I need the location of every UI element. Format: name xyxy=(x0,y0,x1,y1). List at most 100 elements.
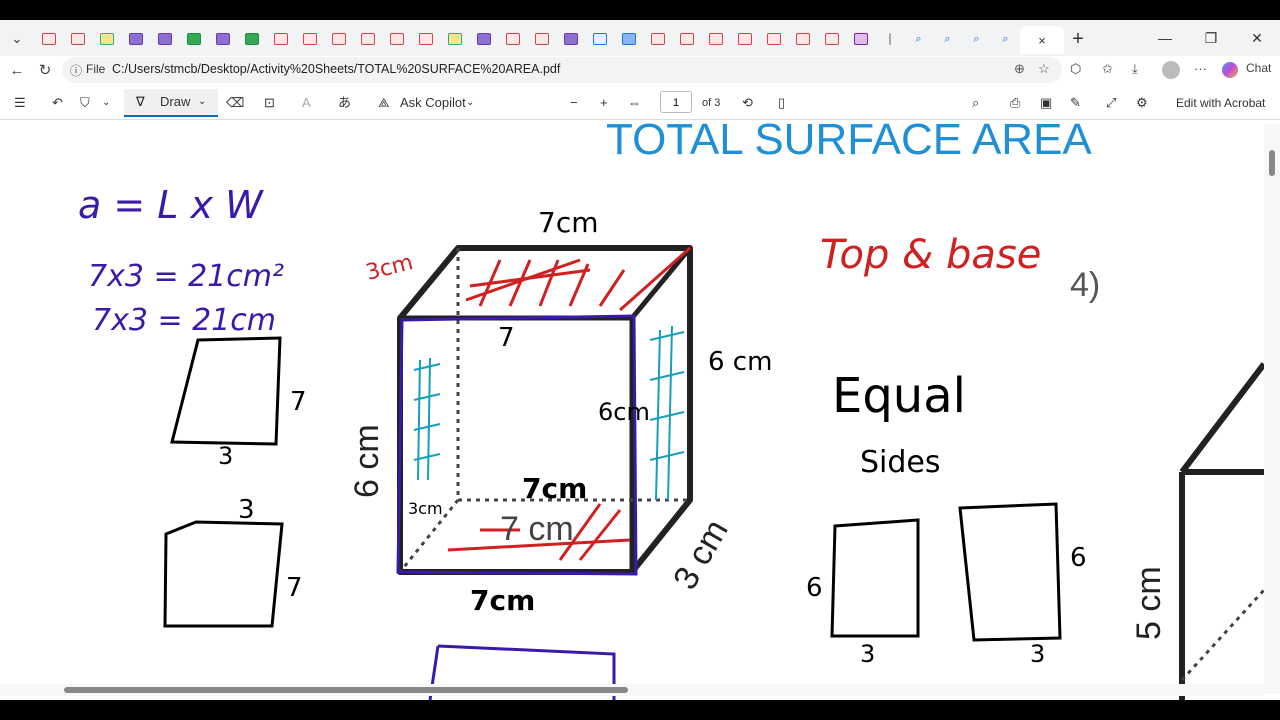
tab-sheets[interactable] xyxy=(179,26,208,52)
tab-pdf[interactable] xyxy=(411,26,440,52)
cube-inner-small-label: 3cm xyxy=(408,499,443,518)
chevron-down-icon: ⌄ xyxy=(198,96,207,107)
tab-drive[interactable] xyxy=(440,26,469,52)
zoom-icon[interactable]: ⊕ xyxy=(1014,61,1025,77)
page-total: of 3 xyxy=(702,97,721,109)
read-aloud-icon[interactable]: あ xyxy=(338,92,351,114)
horizontal-scrollbar[interactable] xyxy=(0,684,1264,696)
page-view-icon[interactable]: ▯ xyxy=(778,92,785,114)
maximize-icon[interactable]: ❐ xyxy=(1188,20,1234,56)
copilot-icon[interactable] xyxy=(1222,62,1238,78)
tab-pdf[interactable] xyxy=(730,26,759,52)
downloads-icon[interactable]: ⤓ xyxy=(1132,61,1138,77)
url-text[interactable]: C:/Users/stmcb/Desktop/Activity%20Sheets… xyxy=(112,62,560,76)
contents-icon[interactable]: ☰ xyxy=(14,92,26,114)
horizontal-scroll-thumb[interactable] xyxy=(64,687,628,693)
vertical-scrollbar[interactable] xyxy=(1264,124,1280,694)
text-box-icon[interactable]: ⊡ xyxy=(264,92,275,114)
url-scheme-label: File xyxy=(86,62,106,76)
rotate-icon[interactable]: ⟲ xyxy=(742,92,753,114)
sketch-rectangle-4 xyxy=(958,502,1062,642)
tab-pdf[interactable] xyxy=(788,26,817,52)
chat-button[interactable]: Chat xyxy=(1246,61,1271,75)
edit-with-acrobat-button[interactable]: Edit with Acrobat xyxy=(1176,92,1265,114)
tab-forms[interactable] xyxy=(469,26,498,52)
back-icon[interactable]: ← xyxy=(6,60,28,82)
tab-pdf[interactable] xyxy=(353,26,382,52)
minimize-icon[interactable]: — xyxy=(1142,20,1188,56)
chevron-down-icon[interactable]: ⌄ xyxy=(466,92,474,114)
cube-top-inner-label: 7 xyxy=(498,323,515,353)
tab-search[interactable]: ⌕ xyxy=(962,26,991,52)
favorite-star-icon[interactable]: ☆ xyxy=(1038,61,1050,77)
copilot-icon[interactable]: ⟁ xyxy=(378,92,390,114)
tab-blank[interactable] xyxy=(875,26,904,52)
tab-forms[interactable] xyxy=(556,26,585,52)
save-as-icon[interactable]: ✎ xyxy=(1070,92,1081,114)
rect2-side-label: 7 xyxy=(286,573,303,603)
tab-mail[interactable] xyxy=(846,26,875,52)
fullscreen-icon[interactable]: ⤢ xyxy=(1106,92,1116,114)
more-icon[interactable]: ··· xyxy=(1194,61,1207,76)
tab-pdf[interactable] xyxy=(266,26,295,52)
undo-icon[interactable]: ↶ xyxy=(52,92,63,114)
tab-pdf[interactable] xyxy=(701,26,730,52)
tab-search[interactable]: ⌕ xyxy=(991,26,1020,52)
active-tab[interactable]: × xyxy=(1020,26,1064,54)
tab-search[interactable]: ⌕ xyxy=(904,26,933,52)
tab-forms[interactable] xyxy=(150,26,179,52)
fit-page-icon[interactable]: ⇔ xyxy=(628,92,641,114)
new-tab-button[interactable]: + xyxy=(1064,26,1092,52)
print-icon[interactable]: ⎙ xyxy=(1010,92,1020,114)
tab-drive[interactable] xyxy=(92,26,121,52)
vertical-scroll-thumb[interactable] xyxy=(1269,150,1275,176)
tab-forms[interactable] xyxy=(121,26,150,52)
url-field[interactable]: ⓘ File C:/Users/stmcb/Desktop/Activity%2… xyxy=(62,57,1062,83)
tab-pdf[interactable] xyxy=(34,26,63,52)
close-window-icon[interactable]: ✕ xyxy=(1234,20,1280,56)
tab-pdf[interactable] xyxy=(527,26,556,52)
tab-pdf[interactable] xyxy=(759,26,788,52)
draw-icon: ∇ xyxy=(136,94,145,109)
tab-forms[interactable] xyxy=(208,26,237,52)
tab-pdf[interactable] xyxy=(643,26,672,52)
tab-pdf[interactable] xyxy=(817,26,846,52)
highlight-icon[interactable]: ⛉ xyxy=(80,92,90,114)
favorites-icon[interactable]: ✩ xyxy=(1102,61,1113,77)
extensions-icon[interactable]: ⬡ xyxy=(1070,61,1081,77)
page-number-input[interactable]: 1 xyxy=(660,91,692,113)
eraser-icon[interactable]: ⌫ xyxy=(226,92,244,114)
search-icon[interactable]: ⌕ xyxy=(972,92,979,114)
document-title: TOTAL SURFACE AREA xyxy=(606,120,1092,164)
refresh-icon[interactable]: ↻ xyxy=(34,60,56,82)
zoom-in-icon[interactable]: + xyxy=(600,92,608,114)
draw-button[interactable]: ∇ Draw ⌄ xyxy=(124,89,218,117)
cube-corner-label: 3cm xyxy=(363,250,415,286)
profile-avatar[interactable] xyxy=(1162,61,1180,79)
rect2-top-label: 3 xyxy=(238,495,255,525)
sketch-rectangle-3 xyxy=(830,518,920,638)
tab-pdf[interactable] xyxy=(63,26,92,52)
tab-pdf[interactable] xyxy=(382,26,411,52)
sketch-rectangle-2 xyxy=(163,520,284,628)
tab-pdf[interactable] xyxy=(324,26,353,52)
calc-line-2: 7x3 = 21cm xyxy=(92,303,276,338)
tab-search[interactable]: ⌕ xyxy=(933,26,962,52)
text-size-icon[interactable]: A xyxy=(302,92,311,114)
ask-copilot-button[interactable]: Ask Copilot xyxy=(400,92,466,114)
save-icon[interactable]: ▣ xyxy=(1040,92,1052,114)
tab-docs[interactable] xyxy=(614,26,643,52)
tab-pdf[interactable] xyxy=(672,26,701,52)
zoom-out-icon[interactable]: − xyxy=(570,92,578,114)
chevron-down-icon[interactable]: ⌄ xyxy=(102,92,110,114)
cube-depth-printed-label: 3 cm xyxy=(666,513,736,596)
settings-icon[interactable]: ⚙ xyxy=(1136,92,1148,114)
info-icon[interactable]: ⓘ xyxy=(70,62,82,79)
close-tab-icon[interactable]: × xyxy=(1038,33,1046,48)
tab-chart[interactable] xyxy=(585,26,614,52)
cube-bottom-outer-label: 7cm xyxy=(470,584,535,617)
tab-pdf[interactable] xyxy=(498,26,527,52)
tab-sheets[interactable] xyxy=(237,26,266,52)
tab-actions-menu-icon[interactable]: ⌄ xyxy=(6,28,28,50)
tab-pdf[interactable] xyxy=(295,26,324,52)
